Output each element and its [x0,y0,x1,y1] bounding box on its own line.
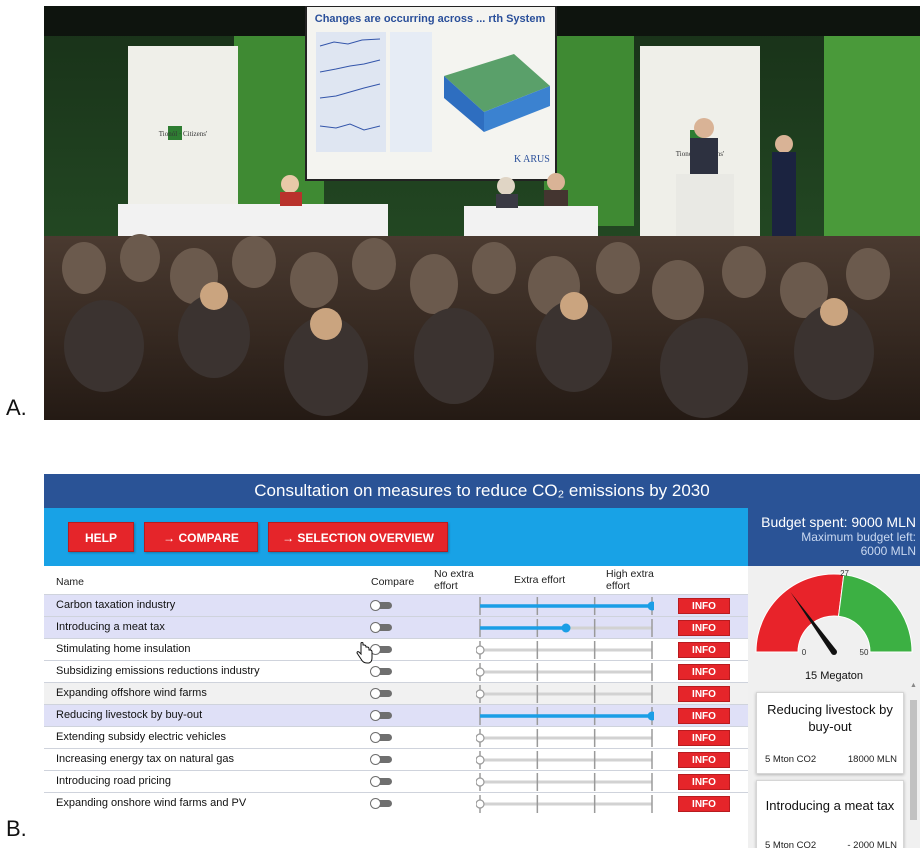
column-header-name: Name [56,576,85,588]
effort-label-none: No extra effort [434,568,474,592]
info-button[interactable]: INFO [678,642,730,658]
gauge-max-label: 50 [860,648,869,656]
panel-label-b: B. [6,816,27,841]
help-button[interactable]: HELP [68,522,134,552]
selected-measure-card[interactable]: Introducing a meat tax 5 Mton CO2 - 2000… [756,780,904,848]
card-title: Introducing a meat tax [765,798,895,813]
assembly-photo: Tionól · Citizens' Tionól · Citizens' Ch… [44,6,920,420]
effort-slider[interactable] [476,683,654,705]
measure-name: Carbon taxation industry [56,599,176,611]
table-row[interactable]: Stimulating home insulation INFO [44,638,748,660]
card-cost: - 2000 MLN [847,840,897,848]
card-co2: 5 Mton CO2 [765,754,817,765]
table-row[interactable]: Introducing a meat tax INFO [44,616,748,638]
consultation-app: Consultation on measures to reduce CO₂ e… [44,474,920,848]
table-row[interactable]: Expanding offshore wind farms INFO [44,682,748,704]
measure-name: Extending subsidy electric vehicles [56,731,226,743]
hand-cursor-icon [356,642,373,664]
table-row[interactable]: Introducing road pricing INFO [44,770,748,792]
column-header-compare: Compare [371,576,415,588]
table-row[interactable]: Reducing livestock by buy-out INFO [44,704,748,726]
gauge-below-target [755,573,845,653]
app-title: Consultation on measures to reduce CO₂ e… [44,474,920,508]
effort-label-extra: Extra effort [514,574,566,586]
compare-toggle[interactable] [370,754,392,765]
gauge-hub [831,649,837,655]
budget-panel: Budget spent: 9000 MLN Maximum budget le… [748,508,920,566]
selection-overview-button[interactable]: → SELECTION OVERVIEW [268,522,448,552]
info-button[interactable]: INFO [678,664,730,680]
measure-name: Reducing livestock by buy-out [56,709,203,721]
effort-slider[interactable] [476,771,654,793]
table-row[interactable]: Increasing energy tax on natural gas INFO [44,748,748,770]
effort-slider[interactable] [476,595,654,617]
effort-slider[interactable] [476,793,654,815]
gauge-caption: 15 Megaton [804,670,864,682]
card-title: Reducing livestock by buy-out [767,702,893,734]
effort-slider[interactable] [476,617,654,639]
toolbar: HELP → COMPARE → SELECTION OVERVIEW [44,508,748,566]
compare-toggle[interactable] [370,666,392,677]
compare-toggle[interactable] [370,710,392,721]
info-button[interactable]: INFO [678,752,730,768]
sidebar: 0 27 50 15 Megaton Reducing livestock by… [748,566,920,848]
scrollbar-thumb[interactable] [910,700,917,820]
compare-toggle[interactable] [370,644,392,655]
gauge-target-label: 27 [840,569,849,578]
measure-name: Stimulating home insulation [56,643,191,655]
co2-gauge: 0 27 50 [755,569,913,656]
table-row[interactable]: Extending subsidy electric vehicles INFO [44,726,748,748]
table-row[interactable]: Expanding onshore wind farms and PV INFO [44,792,748,814]
measure-name: Expanding onshore wind farms and PV [56,797,247,809]
info-button[interactable]: INFO [678,796,730,812]
info-button[interactable]: INFO [678,730,730,746]
info-button[interactable]: INFO [678,686,730,702]
table-row[interactable]: Subsidizing emissions reductions industr… [44,660,748,682]
svg-text:Changes are occurring across .: Changes are occurring across ... rth Sys… [315,13,546,25]
figure: A. B. Tionól · Citizens' Tionól Changes … [0,0,920,848]
effort-slider[interactable] [476,705,654,727]
effort-slider[interactable] [476,749,654,771]
measures-table: Carbon taxation industry INFO Introducing … [44,594,748,814]
effort-slider[interactable] [476,727,654,749]
measure-name: Expanding offshore wind farms [56,687,207,699]
compare-toggle[interactable] [370,776,392,787]
budget-left: Maximum budget left: 6000 MLN [801,530,916,558]
effort-slider[interactable] [476,661,654,683]
compare-toggle[interactable] [370,798,392,809]
info-button[interactable]: INFO [678,598,730,614]
selected-measure-card[interactable]: Reducing livestock by buy-out 5 Mton CO2… [756,692,904,774]
sidebar-scrollbar[interactable]: ▲ [908,680,918,848]
compare-button[interactable]: → COMPARE [144,522,258,552]
effort-slider[interactable] [476,639,654,661]
table-row[interactable]: Carbon taxation industry INFO [44,594,748,616]
measure-name: Increasing energy tax on natural gas [56,753,234,765]
effort-label-high: High extra effort [606,568,654,592]
gauge-above-target [837,574,913,653]
measure-name: Subsidizing emissions reductions industr… [56,665,260,677]
compare-toggle[interactable] [370,732,392,743]
svg-text:K ARUS: K ARUS [514,154,550,165]
gauge-min-label: 0 [802,648,807,656]
budget-spent: Budget spent: 9000 MLN [761,514,916,530]
svg-text:Tionól · Citizens': Tionól · Citizens' [159,130,207,138]
info-button[interactable]: INFO [678,774,730,790]
card-cost: 18000 MLN [847,754,897,765]
measure-name: Introducing a meat tax [56,621,165,633]
compare-toggle[interactable] [370,688,392,699]
info-button[interactable]: INFO [678,620,730,636]
card-co2: 5 Mton CO2 [765,840,817,848]
compare-toggle[interactable] [370,622,392,633]
info-button[interactable]: INFO [678,708,730,724]
scroll-up-icon[interactable]: ▲ [910,682,917,690]
table-header: Name Compare No extra effort Extra effor… [44,566,748,594]
banner-left: Tionól · Citizens' [128,46,238,216]
measure-name: Introducing road pricing [56,775,171,787]
panel-label-a: A. [6,395,27,420]
projection-screen: Changes are occurring across ... rth Sys… [305,6,557,181]
compare-toggle[interactable] [370,600,392,611]
